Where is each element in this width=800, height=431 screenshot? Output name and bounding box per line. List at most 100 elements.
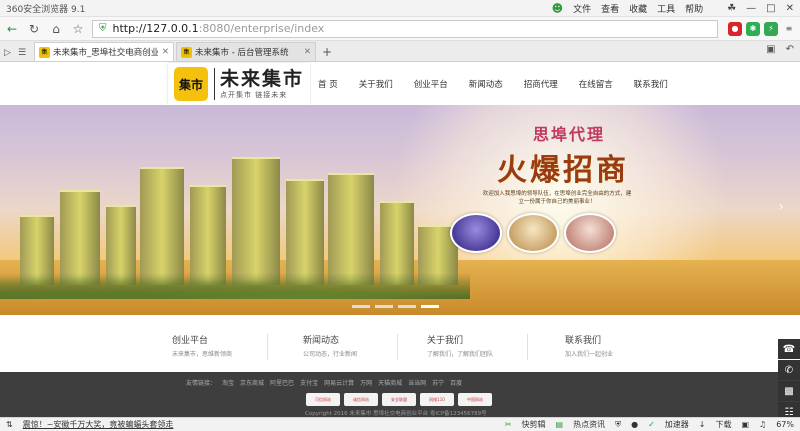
menu-favorites[interactable]: 收藏	[629, 2, 647, 15]
slider-dots	[352, 305, 439, 308]
logo-slogan: 点开集市 链接未来	[220, 91, 288, 99]
trust-badge[interactable]: 网络110	[420, 393, 454, 406]
slider-dot[interactable]	[352, 305, 370, 308]
feature-about[interactable]: 关于我们 了解我们，了解我们团队	[427, 333, 493, 358]
friend-links: 友情链接： 淘宝 京东商城 阿里巴巴 支付宝 网易云计算 万网 天猫商城 当当网…	[186, 378, 463, 387]
bell-icon[interactable]: ☎	[778, 339, 800, 359]
page-icon[interactable]: ☰	[18, 45, 32, 61]
speedup-icon: ✓	[648, 420, 655, 429]
friend-link[interactable]: 网易云计算	[324, 378, 354, 387]
status-accelerator[interactable]: 加速器	[665, 419, 689, 430]
slider-dot[interactable]	[421, 305, 439, 308]
copyright: Copyright 2016 未来集市 思埠社交电商创业平台 粤ICP备1234…	[305, 411, 487, 417]
float-toolbar: ☎ ✆ ▩ ☷	[778, 339, 800, 417]
banner-slider[interactable]: 思埠代理 火爆招商 欢迎加入我思埠的领导队伍，在思埠创业完全自由的方式，建立一份…	[0, 105, 800, 315]
new-tab-icon[interactable]: +	[322, 45, 332, 59]
qrcode-icon[interactable]: ▩	[778, 381, 800, 401]
browser-title: 360安全浏览器 9.1	[6, 4, 86, 15]
star-icon[interactable]: ☆	[70, 21, 86, 37]
nav-message[interactable]: 在线留言	[579, 78, 613, 90]
sidebar-toggle-icon[interactable]: ▷	[4, 45, 18, 61]
menu-tools[interactable]: 工具	[657, 2, 675, 15]
banner-description: 欢迎加入我思埠的领导队伍，在思埠创业完全自由的方式，建立一份属于你自己的美丽事业…	[482, 191, 632, 205]
tab-close-icon[interactable]: ✕	[162, 47, 169, 57]
shield-icon: ⛨	[99, 23, 107, 34]
trust-badge[interactable]: 可信网站	[306, 393, 340, 406]
trust-badge[interactable]: 安全联盟	[382, 393, 416, 406]
feature-contact[interactable]: 联系我们 加入我们一起创业	[565, 333, 613, 358]
status-shield-icon[interactable]: ⛨	[615, 420, 621, 430]
cart-icon[interactable]: ☷	[778, 402, 800, 417]
extension-green-icon[interactable]: ✱	[746, 21, 760, 36]
site-header: 集市 未来集市 点开集市 链接未来 首 页 关于我们 创业平台 新闻动态 招商代…	[0, 62, 800, 105]
nav-agency[interactable]: 招商代理	[524, 78, 558, 90]
close-icon[interactable]: ✕	[786, 3, 794, 14]
minimize-icon[interactable]: —	[746, 3, 756, 14]
site-logo[interactable]: 集市 未来集市 点开集市 链接未来	[168, 63, 310, 105]
feature-platform[interactable]: 创业平台 未来集市，思维新领商	[172, 333, 232, 358]
slider-dot[interactable]	[375, 305, 393, 308]
lightning-icon[interactable]: ⚡	[764, 21, 778, 36]
feature-links: 创业平台 未来集市，思维新领商 新闻动态 公司动态，行业新闻 关于我们 了解我们…	[0, 324, 800, 374]
status-globe-icon[interactable]: ●	[631, 420, 638, 429]
banner-photo	[450, 213, 502, 253]
sound-icon[interactable]: ♫	[759, 420, 766, 429]
friend-link[interactable]: 苏宁	[432, 378, 444, 387]
friend-link[interactable]: 支付宝	[300, 378, 318, 387]
menu-view[interactable]: 查看	[601, 2, 619, 15]
friend-link[interactable]: 当当网	[408, 378, 426, 387]
menu-help[interactable]: 帮助	[685, 2, 703, 15]
refresh-icon[interactable]: ↻	[26, 21, 42, 37]
logo-mark: 集市	[174, 67, 208, 101]
extension-red-icon[interactable]: ●	[728, 21, 742, 36]
zoom-level[interactable]: 67%	[776, 420, 794, 429]
restore-tab-icon[interactable]: ↶	[786, 44, 794, 55]
trust-badge[interactable]: 中国网站	[458, 393, 492, 406]
logo-title: 未来集市	[220, 68, 305, 90]
maximize-icon[interactable]: □	[766, 3, 775, 14]
home-icon[interactable]: ⌂	[48, 21, 64, 37]
status-quick-clip[interactable]: 快剪辑	[522, 419, 546, 430]
friend-link[interactable]: 淘宝	[222, 378, 234, 387]
feature-news[interactable]: 新闻动态 公司动态，行业新闻	[303, 333, 357, 358]
banner-photo	[564, 213, 616, 253]
address-bar[interactable]: ⛨ http://127.0.0.1 :8080/enterprise/inde…	[92, 19, 718, 38]
friend-link[interactable]: 百度	[450, 378, 462, 387]
nav-platform[interactable]: 创业平台	[414, 78, 448, 90]
friend-link[interactable]: 京东商城	[240, 378, 264, 387]
phone-icon[interactable]: ✆	[778, 360, 800, 380]
next-slide-icon[interactable]: ›	[778, 199, 784, 215]
tab-enterprise[interactable]: 集 未来集市_思埠社交电商创业平台 ✕	[34, 42, 174, 61]
menu-file[interactable]: 文件	[573, 2, 591, 15]
favicon-icon: 集	[181, 46, 192, 58]
banner-heading-big: 火爆招商	[497, 153, 629, 188]
tab-close-icon[interactable]: ✕	[304, 47, 311, 57]
nav-home[interactable]: 首 页	[318, 78, 338, 90]
news-ticker[interactable]: 震惊！~安徽千万大奖，竟被蝙蝠头套领走	[23, 419, 174, 430]
browser-menu: ☻ 文件 查看 收藏 工具 帮助 ☘ — □ ✕	[552, 2, 794, 15]
skin-icon[interactable]: ☘	[727, 3, 736, 14]
favicon-icon: 集	[39, 46, 50, 58]
address-host: http://127.0.0.1	[112, 22, 199, 35]
trust-badge[interactable]: 诚信网站	[344, 393, 378, 406]
status-bar: ⇅ 震惊！~安徽千万大奖，竟被蝙蝠头套领走 ✂ 快剪辑 ▤ 热点资讯 ⛨ ● ✓…	[0, 417, 800, 431]
status-arrow-icon[interactable]: ⇅	[6, 420, 13, 429]
user-icon[interactable]: ☻	[552, 2, 563, 15]
nav-news[interactable]: 新闻动态	[469, 78, 503, 90]
clip-icon: ✂	[504, 420, 512, 429]
status-download[interactable]: 下载	[715, 419, 731, 430]
friend-link[interactable]: 阿里巴巴	[270, 378, 294, 387]
site-footer: 友情链接： 淘宝 京东商城 阿里巴巴 支付宝 网易云计算 万网 天猫商城 当当网…	[0, 372, 800, 417]
nav-contact[interactable]: 联系我们	[634, 78, 668, 90]
nav-about[interactable]: 关于我们	[359, 78, 393, 90]
friend-link[interactable]: 天猫商城	[378, 378, 402, 387]
back-icon[interactable]: ←	[4, 21, 20, 37]
slider-dot[interactable]	[398, 305, 416, 308]
friend-link[interactable]: 万网	[360, 378, 372, 387]
tab-admin[interactable]: 集 未来集市 - 后台管理系统 ✕	[176, 42, 316, 61]
menu-icon[interactable]: ≡	[782, 22, 796, 36]
screen-icon[interactable]: ▣	[741, 420, 749, 429]
tab-list-icon[interactable]: ▣	[766, 44, 775, 55]
status-hot-news[interactable]: 热点资讯	[573, 419, 605, 430]
extensions: ● ✱ ⚡ ≡	[728, 21, 796, 36]
